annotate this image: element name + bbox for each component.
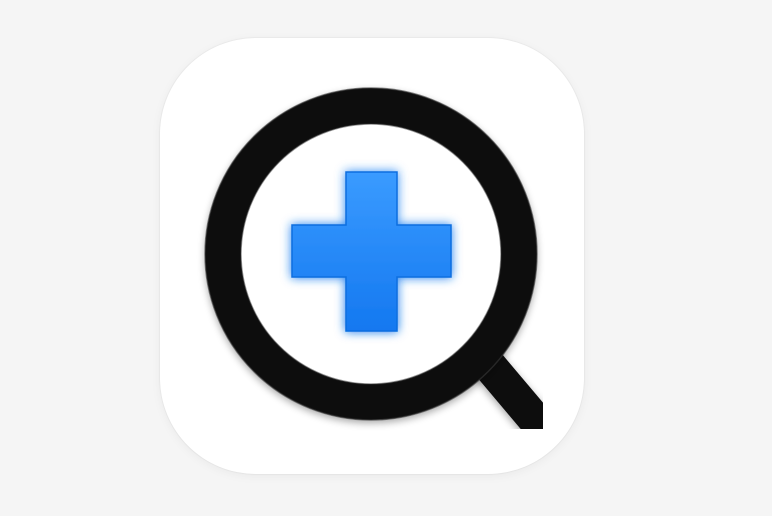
magnifier-plus-icon bbox=[204, 87, 556, 440]
stage bbox=[0, 0, 772, 516]
